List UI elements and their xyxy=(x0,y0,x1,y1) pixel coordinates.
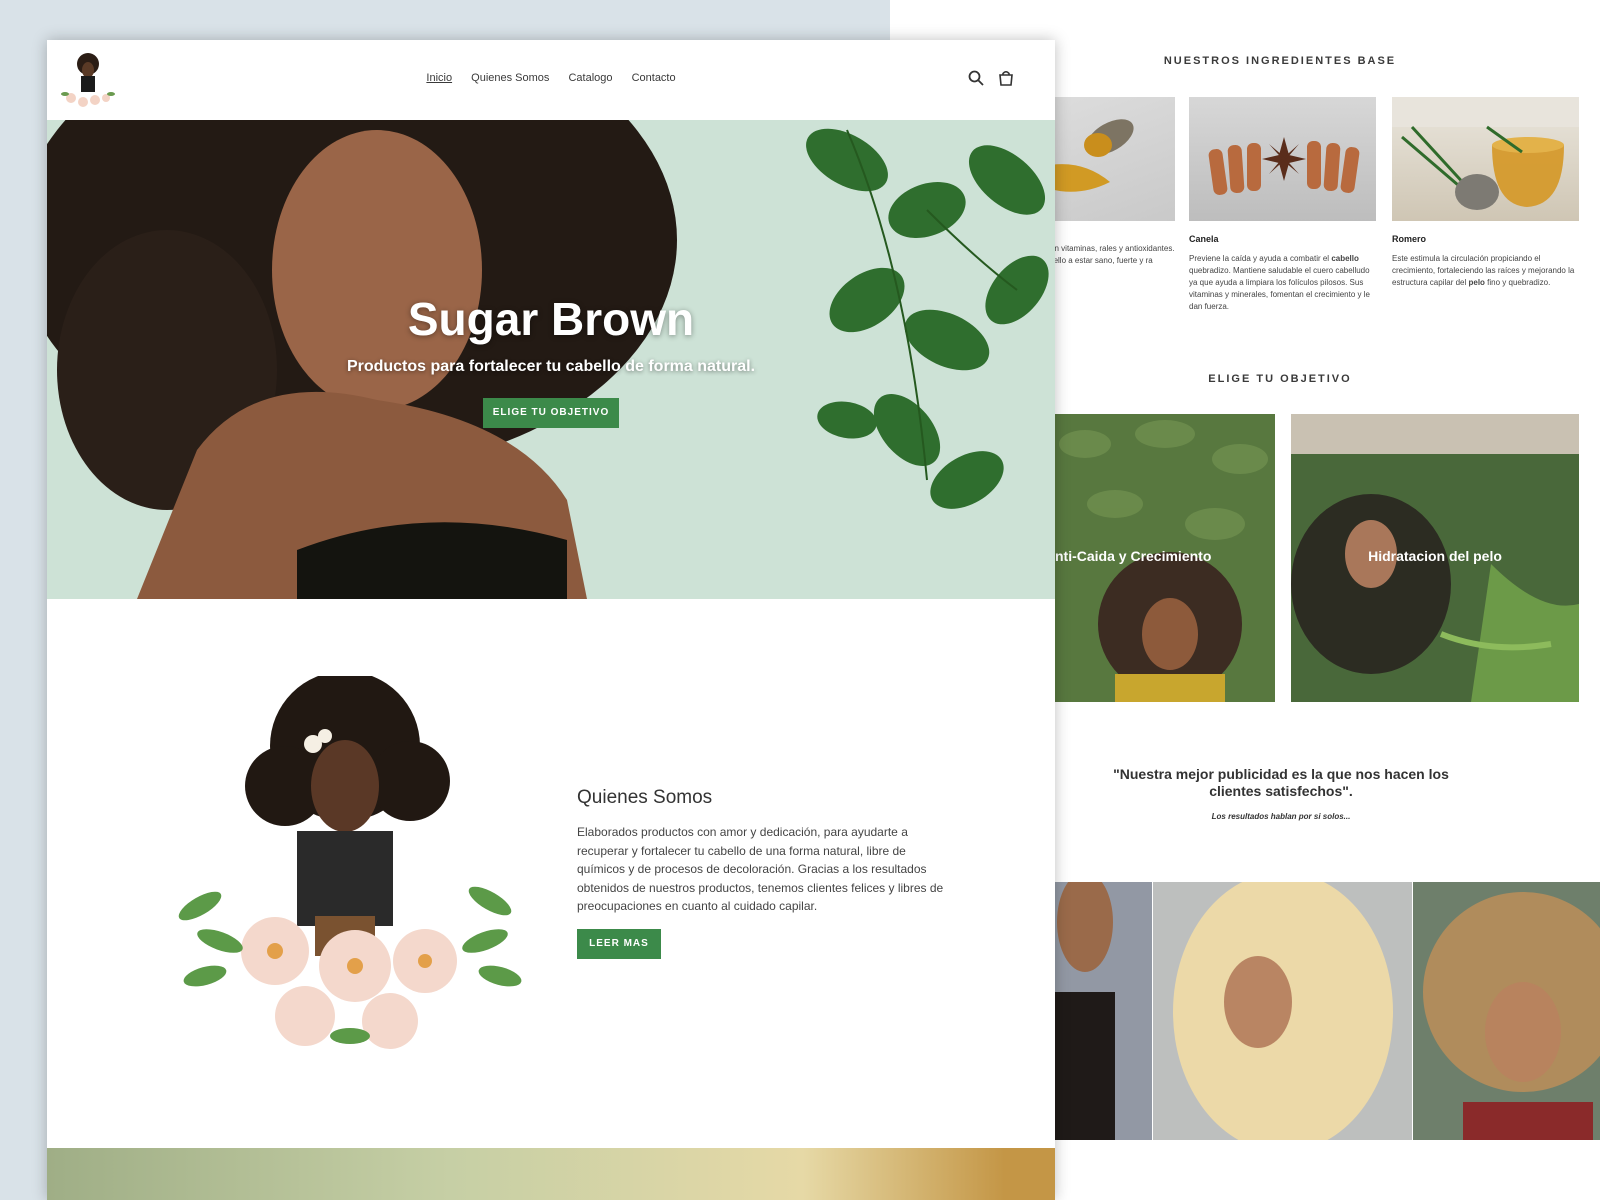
goals-heading: ELIGE TU OBJETIVO xyxy=(1208,373,1352,385)
choose-goal-button[interactable]: ELIGE TU OBJETIVO xyxy=(483,398,619,428)
site-header: Inicio Quienes Somos Catalogo Contacto xyxy=(47,40,1055,120)
nav-item-inicio[interactable]: Inicio xyxy=(426,72,452,84)
about-illustration xyxy=(165,671,535,1056)
about-text: Elaborados productos con amor y dedicaci… xyxy=(577,825,944,913)
nav-item-contacto[interactable]: Contacto xyxy=(632,72,676,84)
ingredient-card-canela: Canela Previene la caída y ayuda a comba… xyxy=(1189,97,1376,313)
ingredient-image-rosemary xyxy=(1392,97,1579,221)
cart-icon[interactable] xyxy=(998,70,1014,86)
ingredient-name: Canela xyxy=(1189,234,1219,244)
main-nav: Inicio Quienes Somos Catalogo Contacto xyxy=(47,72,1055,84)
bottom-banner-image xyxy=(47,1148,1055,1200)
hero-subtitle: Productos para fortalecer tu cabello de … xyxy=(346,358,756,375)
ingredient-name: Romero xyxy=(1392,234,1427,244)
testimonial-quote: "Nuestra mejor publicidad es la que nos … xyxy=(1113,766,1449,799)
goal-label: Hidratacion del pelo xyxy=(1368,548,1502,564)
ingredient-image-cinnamon xyxy=(1189,97,1376,221)
ingredients-heading: NUESTROS INGREDIENTES BASE xyxy=(1163,55,1397,67)
front-page: Inicio Quienes Somos Catalogo Contacto S… xyxy=(47,40,1055,1200)
about-title: Quienes Somos xyxy=(577,787,713,808)
search-icon[interactable] xyxy=(968,70,984,86)
nav-item-catalogo[interactable]: Catalogo xyxy=(568,72,612,84)
goal-card-hidratacion[interactable]: Hidratacion del pelo xyxy=(1291,414,1579,702)
read-more-button[interactable]: LEER MAS xyxy=(577,929,661,959)
goal-label: nti-Caida y Crecimiento xyxy=(1055,548,1212,564)
gallery-image xyxy=(1153,882,1412,1140)
hero-title: Sugar Brown xyxy=(407,293,695,345)
ingredient-desc: Previene la caída y ayuda a combatir el … xyxy=(1189,254,1370,311)
ingredient-card-romero: Romero Este estimula la circulación prop… xyxy=(1392,97,1579,289)
goal-card-anti-caida[interactable]: nti-Caida y Crecimiento xyxy=(1055,414,1275,702)
nav-item-quienes-somos[interactable]: Quienes Somos xyxy=(471,72,549,84)
testimonial-subtitle: Los resultados hablan por si solos... xyxy=(1211,812,1351,821)
hero-banner: Sugar Brown Productos para fortalecer tu… xyxy=(47,120,1055,599)
ingredient-desc: Este estimula la circulación propiciando… xyxy=(1392,254,1575,287)
gallery-image xyxy=(1055,882,1152,1140)
gallery-image xyxy=(1413,882,1600,1140)
